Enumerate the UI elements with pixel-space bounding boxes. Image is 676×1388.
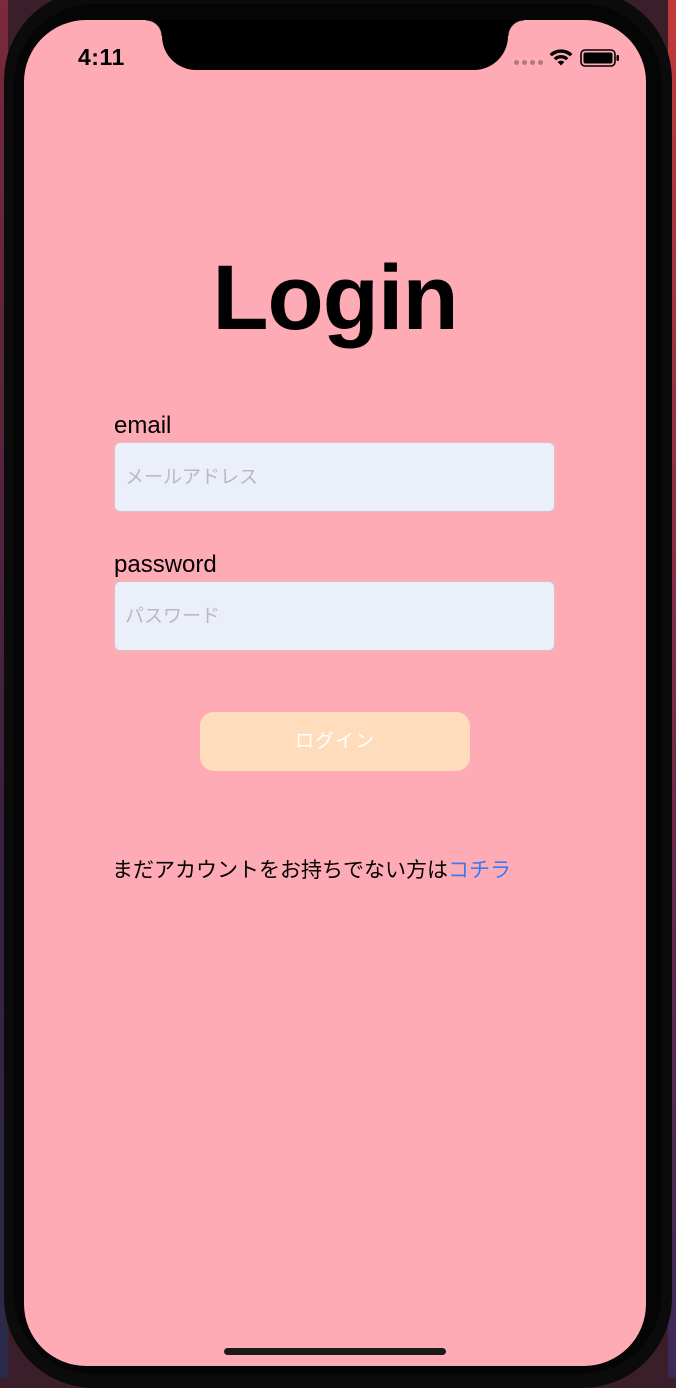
signup-link[interactable]: コチラ: [448, 858, 511, 882]
email-field[interactable]: [114, 442, 555, 512]
status-bar-time: 4:11: [78, 44, 125, 70]
notch: [146, 20, 524, 70]
login-screen: 4:11 Login email password ログイン まだアカウントをお…: [24, 20, 646, 1366]
password-label: password: [114, 551, 217, 578]
signup-prompt-text: まだアカウントをお持ちでない方は: [112, 858, 448, 882]
home-indicator[interactable]: [224, 1348, 446, 1355]
cellular-signal-icon: [514, 60, 543, 65]
password-field[interactable]: [114, 581, 555, 651]
login-button[interactable]: ログイン: [200, 712, 470, 771]
page-title: Login: [212, 247, 458, 349]
battery-icon: [580, 49, 619, 67]
wifi-icon: [549, 49, 573, 66]
signup-prompt-row: まだアカウントをお持ちでない方はコチラ: [112, 854, 511, 884]
email-label: email: [114, 412, 172, 439]
